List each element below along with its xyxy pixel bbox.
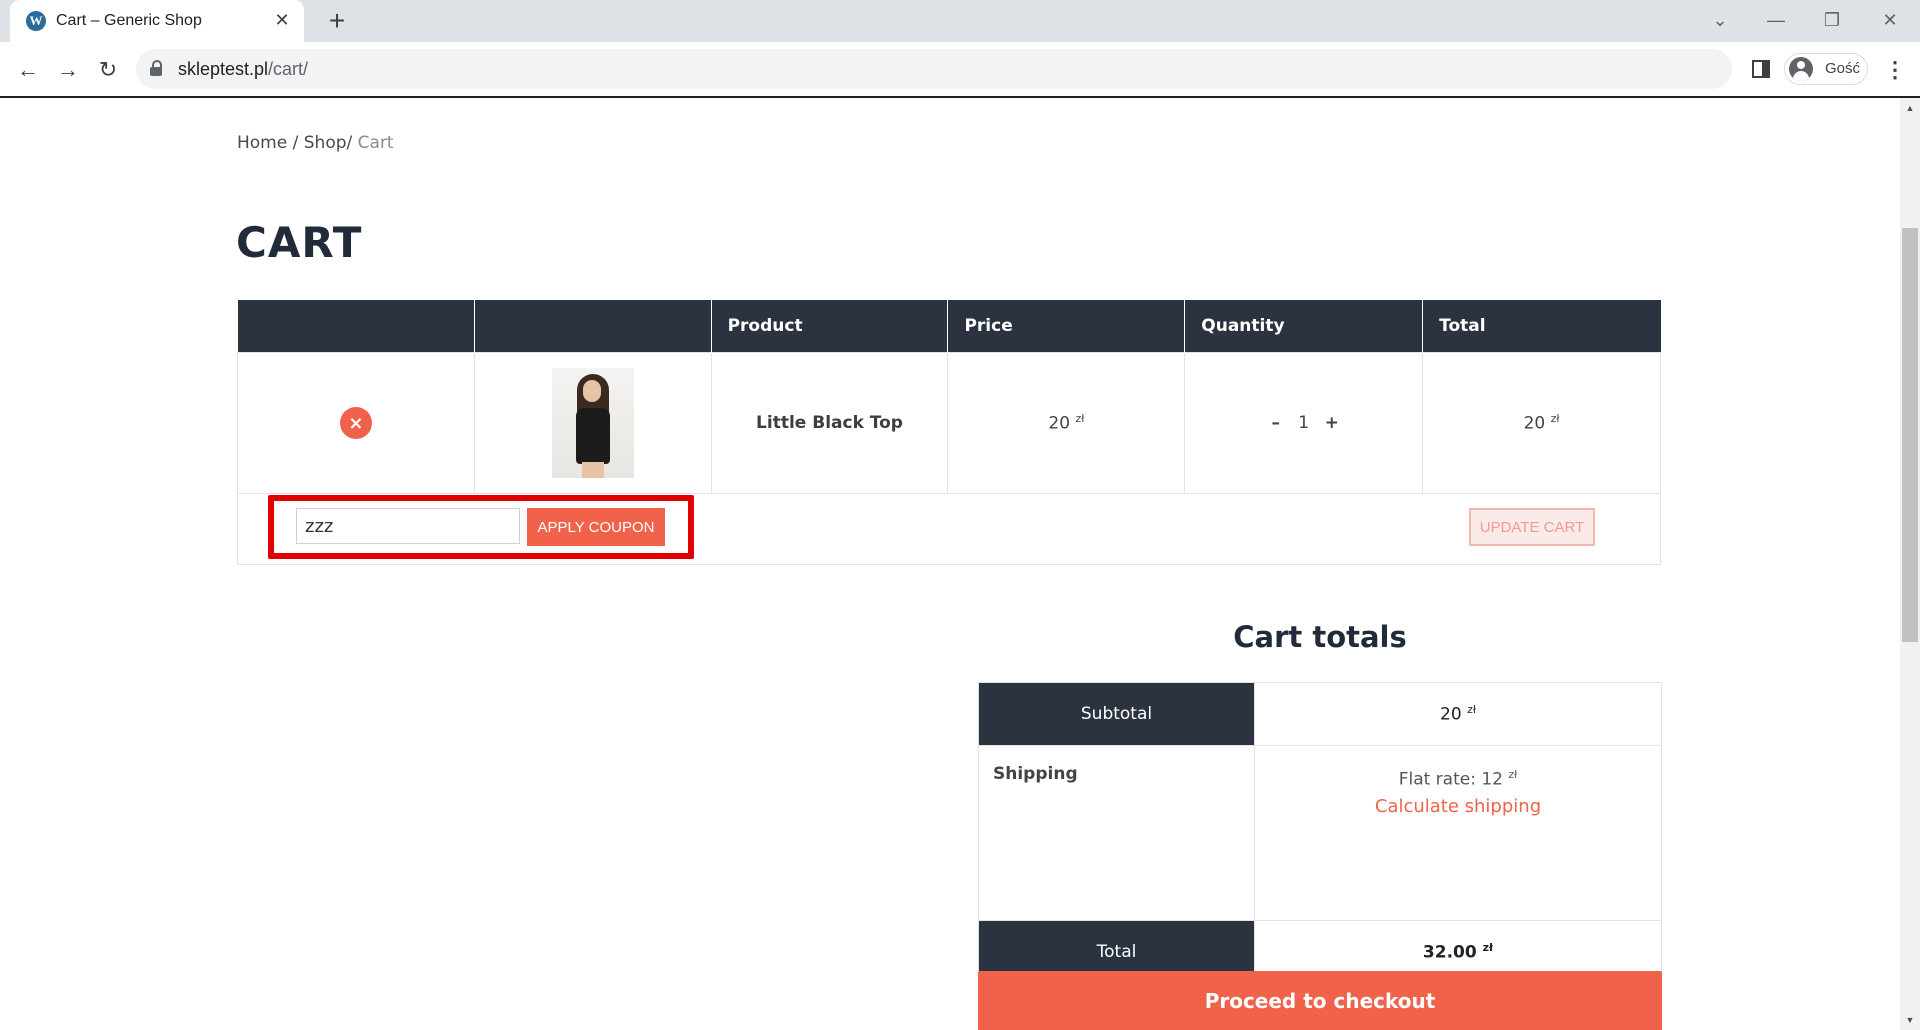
tab-search-icon[interactable]: ⌄ [1700,6,1740,34]
header-total: Total [1422,300,1661,353]
breadcrumb: Home / Shop/ Cart [237,133,394,153]
new-tab-button[interactable]: + [322,7,352,35]
product-cell: Little Black Top [710,352,949,494]
wordpress-icon: W [26,11,46,31]
side-panel-icon[interactable] [1752,60,1770,78]
shipping-row: Shipping Flat rate: 12 zł Calculate ship… [978,745,1662,921]
product-image[interactable] [551,368,634,478]
subtotal-value: 20 [1440,704,1462,725]
scroll-down-arrow-icon[interactable]: ▼ [1900,1012,1920,1028]
shipping-method: Flat rate: 12 [1398,769,1503,790]
reload-icon[interactable]: ↻ [94,56,122,84]
currency-label: zł [1508,768,1518,781]
thumbnail-cell [473,352,712,494]
currency-label: zł [1550,412,1560,426]
minimize-button[interactable]: — [1756,6,1796,34]
currency-label: zł [1467,703,1476,717]
lock-icon[interactable] [150,60,162,76]
table-header-row: Product Price Quantity Total [237,300,1661,353]
close-window-button[interactable]: ✕ [1870,6,1910,34]
address-bar[interactable]: skleptest.pl/cart/ [136,49,1732,89]
decrease-quantity-button[interactable]: – [1265,413,1287,433]
header-remove [237,300,475,353]
breadcrumb-shop[interactable]: Shop [304,133,347,153]
avatar-icon [1789,57,1813,81]
profile-name: Gość [1825,60,1861,77]
currency-label: zł [1482,941,1494,955]
scroll-up-arrow-icon[interactable]: ▲ [1900,100,1920,116]
coupon-highlight-box [268,495,694,559]
menu-icon[interactable]: ⋮ [1884,56,1906,84]
tab-title: Cart – Generic Shop [56,12,202,29]
item-total: 20 [1523,413,1546,434]
shipping-label: Shipping [978,745,1255,921]
page-scrollbar[interactable]: ▲ ▼ [1900,98,1920,1030]
close-tab-icon[interactable]: ✕ [270,8,294,32]
breadcrumb-separator: / [292,133,299,153]
price-cell: 20 zł [947,352,1186,494]
quantity-value[interactable]: 1 [1287,413,1321,433]
cart-totals-table: Subtotal 20 zł Shipping Flat rate: 12 zł… [978,682,1662,984]
header-quantity: Quantity [1184,300,1424,353]
quantity-cell: –1 + [1184,352,1424,494]
scrollbar-thumb[interactable] [1902,228,1918,642]
item-price: 20 [1048,413,1071,434]
calculate-shipping-link[interactable]: Calculate shipping [1256,796,1660,817]
header-product: Product [711,300,949,353]
product-name-link[interactable]: Little Black Top [756,413,903,433]
currency-label: zł [1075,412,1085,426]
header-price: Price [947,300,1186,353]
tab-strip: W Cart – Generic Shop ✕ + ⌄ — ❐ ✕ [0,0,1920,42]
breadcrumb-separator: / [346,133,353,153]
profile-button[interactable]: Gość [1784,53,1868,85]
subtotal-value-cell: 20 zł [1254,682,1662,746]
restore-button[interactable]: ❐ [1812,6,1852,34]
subtotal-label: Subtotal [978,682,1255,746]
update-cart-button[interactable]: UPDATE CART [1469,508,1595,546]
total-cell: 20 zł [1422,352,1661,494]
url-text: skleptest.pl/cart/ [178,59,309,79]
header-thumbnail [474,300,712,353]
order-total-value: 32.00 [1422,942,1477,963]
browser-tab[interactable]: W Cart – Generic Shop ✕ [10,0,304,42]
proceed-to-checkout-button[interactable]: Proceed to checkout [978,971,1662,1030]
subtotal-row: Subtotal 20 zł [978,682,1662,746]
remove-item-icon[interactable]: × [339,407,372,439]
back-arrow-icon[interactable]: ← [14,56,42,84]
breadcrumb-home[interactable]: Home [237,133,287,153]
forward-arrow-icon[interactable]: → [54,56,82,84]
remove-cell: × [237,352,475,494]
table-row: × Little Black Top 20 zł –1 + 20 zł [237,352,1661,494]
cart-totals-title: Cart totals [1233,620,1407,654]
shipping-value-cell: Flat rate: 12 zł Calculate shipping [1254,745,1662,921]
browser-toolbar: ← → ↻ skleptest.pl/cart/ [0,42,1920,98]
breadcrumb-current: Cart [357,133,394,153]
page-title: CART [236,218,363,267]
increase-quantity-button[interactable]: + [1321,413,1343,433]
